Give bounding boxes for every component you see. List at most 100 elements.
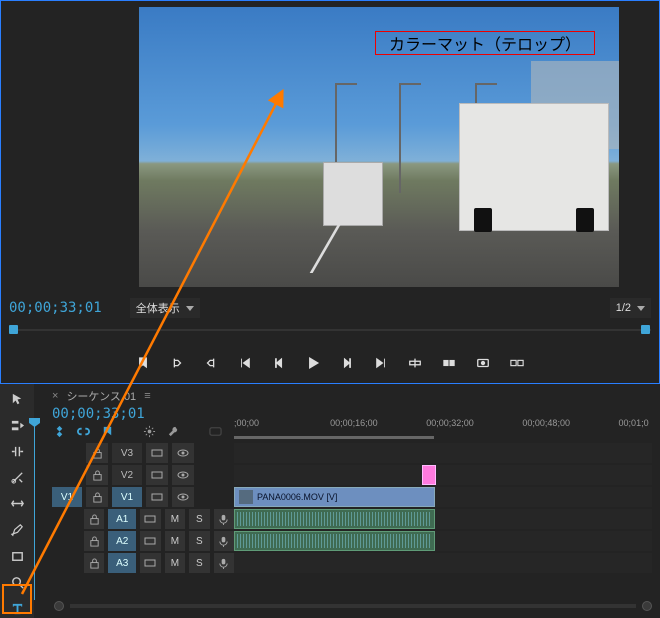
track-lane[interactable]: [234, 443, 652, 463]
monitor-timecode[interactable]: 00;00;33;01: [9, 300, 102, 316]
pen-tool[interactable]: [6, 521, 28, 539]
close-icon[interactable]: ×: [52, 390, 58, 402]
toggle-output-icon[interactable]: [140, 531, 160, 551]
comparison-view-icon[interactable]: [509, 355, 525, 371]
ruler-tick: 00;01;0: [619, 418, 649, 428]
step-back-icon[interactable]: [271, 355, 287, 371]
audio-clip[interactable]: [234, 531, 435, 551]
track-lane[interactable]: [234, 553, 652, 573]
zoom-tool[interactable]: [6, 574, 28, 592]
mute-button[interactable]: M: [165, 531, 185, 551]
wrench-icon[interactable]: [166, 424, 180, 438]
video-track-v3: V3: [52, 442, 652, 464]
razor-tool[interactable]: [6, 469, 28, 487]
video-track-v2: V2: [52, 464, 652, 486]
settings-icon[interactable]: [142, 424, 156, 438]
audio-track-a1: A1 M S: [52, 508, 652, 530]
track-lane[interactable]: [234, 509, 652, 529]
in-point-icon[interactable]: [169, 355, 185, 371]
zoom-handle-left[interactable]: [54, 601, 64, 611]
lock-icon[interactable]: [84, 531, 104, 551]
track-lane[interactable]: PANA0006.MOV [V]: [234, 487, 652, 507]
source-patch[interactable]: V1: [52, 487, 82, 507]
scrubber-playhead[interactable]: [9, 325, 18, 334]
selection-tool[interactable]: [6, 390, 28, 408]
go-to-out-icon[interactable]: [373, 355, 389, 371]
mute-button[interactable]: M: [165, 553, 185, 573]
rectangle-tool[interactable]: [6, 547, 28, 565]
timeline-ruler[interactable]: ;00;00 00;00;16;00 00;00;32;00 00;00;48;…: [234, 418, 652, 438]
toggle-output-icon[interactable]: [140, 553, 160, 573]
zoom-fit-dropdown[interactable]: 全体表示: [130, 298, 200, 318]
snap-icon[interactable]: [52, 424, 66, 438]
track-label[interactable]: A2: [108, 531, 136, 551]
out-point-icon[interactable]: [203, 355, 219, 371]
type-tool[interactable]: [6, 600, 28, 618]
lock-icon[interactable]: [86, 465, 108, 485]
play-icon[interactable]: [305, 355, 321, 371]
video-clip[interactable]: PANA0006.MOV [V]: [234, 487, 435, 507]
lock-icon[interactable]: [86, 443, 108, 463]
solo-button[interactable]: S: [189, 509, 209, 529]
tool-palette: [0, 384, 34, 618]
scene-truck: [323, 162, 383, 226]
mute-button[interactable]: M: [165, 509, 185, 529]
video-track-v1: V1 V1 PANA0006.MOV [V]: [52, 486, 652, 508]
lock-icon[interactable]: [84, 553, 104, 573]
solo-button[interactable]: S: [189, 553, 209, 573]
timeline-zoom-scroll[interactable]: [54, 600, 652, 612]
export-frame-icon[interactable]: [475, 355, 491, 371]
marker-icon[interactable]: [135, 355, 151, 371]
zoom-fraction-dropdown[interactable]: 1/2: [610, 298, 651, 318]
track-area: V3 V2: [52, 442, 652, 574]
monitor-scrubber[interactable]: [9, 323, 651, 337]
eye-icon[interactable]: [172, 465, 194, 485]
track-label[interactable]: V3: [112, 443, 142, 463]
video-viewport[interactable]: カラーマット（テロップ）: [139, 7, 619, 287]
scene-truck: [459, 103, 609, 231]
insert-icon[interactable]: [407, 355, 423, 371]
track-select-tool[interactable]: [6, 416, 28, 434]
voiceover-icon[interactable]: [214, 531, 234, 551]
ripple-edit-tool[interactable]: [6, 442, 28, 460]
marker-add-icon[interactable]: [100, 424, 114, 438]
track-lane[interactable]: [234, 531, 652, 551]
color-matte-clip[interactable]: [422, 465, 436, 485]
sequence-tab-label: シーケンス 01: [66, 388, 136, 404]
lock-icon[interactable]: [86, 487, 108, 507]
go-to-in-icon[interactable]: [237, 355, 253, 371]
track-lane[interactable]: [234, 465, 652, 485]
cc-icon[interactable]: [208, 424, 222, 438]
toggle-output-icon[interactable]: [140, 509, 160, 529]
timeline-playhead[interactable]: [34, 418, 35, 600]
track-label[interactable]: V1: [112, 487, 142, 507]
step-forward-icon[interactable]: [339, 355, 355, 371]
voiceover-icon[interactable]: [214, 509, 234, 529]
eye-icon[interactable]: [172, 487, 194, 507]
telop-overlay[interactable]: カラーマット（テロップ）: [375, 31, 595, 55]
linked-selection-icon[interactable]: [76, 424, 90, 438]
track-label[interactable]: A1: [108, 509, 136, 529]
audio-track-a2: A2 M S: [52, 530, 652, 552]
lock-icon[interactable]: [84, 509, 104, 529]
sequence-tab[interactable]: × シーケンス 01 ≡: [52, 388, 150, 404]
ruler-tick: 00;00;32;00: [426, 418, 474, 428]
audio-clip[interactable]: [234, 509, 435, 529]
toggle-output-icon[interactable]: [146, 487, 168, 507]
scrubber-endmark[interactable]: [641, 325, 650, 334]
toggle-output-icon[interactable]: [146, 443, 168, 463]
track-label[interactable]: V2: [112, 465, 142, 485]
track-label[interactable]: A3: [108, 553, 136, 573]
tab-menu-icon[interactable]: ≡: [144, 390, 149, 402]
toggle-output-icon[interactable]: [146, 465, 168, 485]
chevron-down-icon: [637, 306, 645, 311]
overwrite-icon[interactable]: [441, 355, 457, 371]
zoom-handle-right[interactable]: [642, 601, 652, 611]
solo-button[interactable]: S: [189, 531, 209, 551]
work-area-bar[interactable]: [234, 436, 434, 439]
slip-tool[interactable]: [6, 495, 28, 513]
ruler-tick: 00;00;16;00: [330, 418, 378, 428]
voiceover-icon[interactable]: [214, 553, 234, 573]
eye-icon[interactable]: [172, 443, 194, 463]
clip-label: PANA0006.MOV [V]: [257, 492, 337, 502]
